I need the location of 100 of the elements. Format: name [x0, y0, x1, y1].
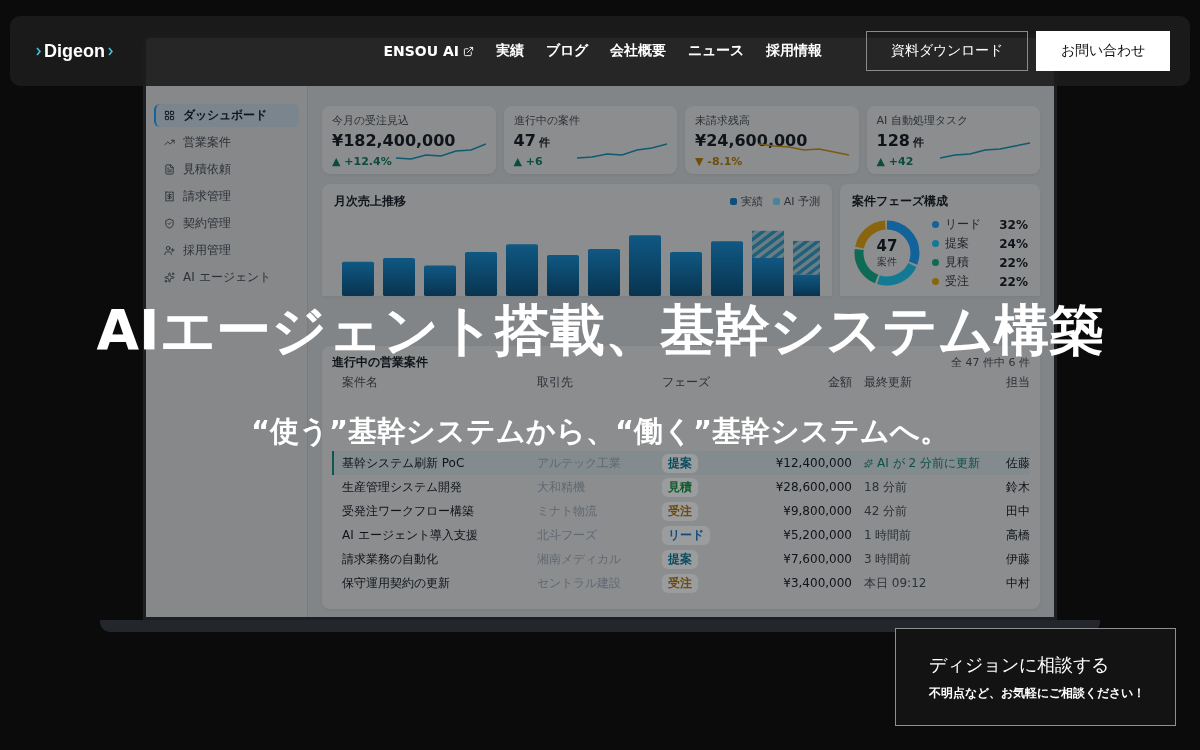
consult-text: 不明点など、お気軽にご相談ください！: [929, 684, 1146, 702]
sparkle-icon: [164, 272, 175, 283]
bar: [424, 265, 456, 296]
kpi-value: ¥24,600,000: [695, 131, 808, 150]
shield-icon: [164, 218, 175, 229]
kpi-value: ¥182,400,000: [332, 131, 456, 150]
phase-tag: 提案: [662, 453, 698, 473]
sidebar-item[interactable]: 請求管理: [154, 185, 299, 208]
grid-icon: [164, 110, 175, 121]
table-cell-text: 鈴木: [1005, 478, 1030, 496]
bar: [588, 248, 620, 296]
nav-link[interactable]: 採用情報: [766, 42, 822, 60]
nav-link[interactable]: 会社概要: [610, 42, 666, 60]
donut-label: 案件: [877, 255, 897, 269]
table-cell-text: 生産管理システム開発: [342, 478, 463, 496]
bar: [547, 254, 579, 296]
hero-subtitle: “使う”基幹システムから、“働く”基幹システムへ。: [250, 415, 950, 448]
legend-label: AI 予測: [783, 194, 820, 209]
table-cell-text: 基幹システム刷新 PoC: [342, 454, 466, 472]
column-header: フェーズ: [662, 373, 711, 391]
bar: [793, 274, 820, 296]
receipt-icon: [164, 191, 175, 202]
sidebar-item[interactable]: ダッシュボード: [154, 104, 299, 127]
forecast-bar: [752, 230, 784, 258]
phase-tag: リード: [662, 525, 710, 545]
legend-share: 24%: [999, 236, 1028, 251]
kpi-delta: ▲ +12.4%: [332, 155, 392, 168]
bar: [711, 241, 743, 296]
table-cell-text: 保守運用契約の更新: [342, 574, 451, 592]
nav-link[interactable]: ブログ: [546, 42, 588, 60]
chart-title: 月次売上推移: [334, 193, 406, 210]
trend-icon: [164, 137, 175, 148]
update-time: 本日 09:12: [864, 574, 928, 592]
phase-tag: 見積: [662, 477, 698, 497]
table-cell-text: ¥28,600,000: [774, 480, 852, 494]
sidebar-item[interactable]: AI エージェント: [154, 266, 299, 289]
nav-link[interactable]: ENSOU AI: [383, 43, 474, 59]
kpi-delta: ▼ -8.1%: [695, 155, 743, 168]
nav-link[interactable]: 実績: [496, 42, 524, 60]
sparkle-icon: [864, 458, 873, 468]
legend-swatch: [729, 198, 737, 205]
bar: [383, 258, 415, 296]
update-time: 42 分前: [864, 502, 909, 520]
donut-total: 47: [876, 237, 898, 255]
consult-card[interactable]: ディジョンに相談する 不明点など、お気軽にご相談ください！: [895, 628, 1176, 726]
nav-link[interactable]: ニュース: [688, 42, 744, 60]
user-plus-icon: [164, 245, 175, 256]
bar: [465, 251, 497, 296]
legend-share: 22%: [999, 255, 1028, 270]
table-cell-text: ¥7,600,000: [782, 552, 852, 566]
kpi-delta: ▲ +42: [876, 155, 914, 168]
legend-swatch: [772, 198, 780, 205]
table-cell-text: ¥12,400,000: [774, 456, 852, 470]
table-cell-text: 高橋: [1005, 526, 1030, 544]
kpi-value: 128: [876, 131, 910, 150]
kpi-value: 47: [513, 131, 536, 150]
kpi-label: AI 自動処理タスク: [876, 113, 969, 128]
download-button[interactable]: 資料ダウンロード: [866, 31, 1028, 71]
phase-tag: 受注: [662, 573, 698, 593]
table-cell-text: 佐藤: [1005, 454, 1030, 472]
contact-button[interactable]: お問い合わせ: [1036, 31, 1170, 71]
update-time: 3 時間前: [864, 550, 913, 568]
table-cell-text: 請求業務の自動化: [342, 550, 439, 568]
column-header: 担当: [1005, 373, 1030, 391]
table-count: 全 47 件中 6 件: [951, 356, 1030, 370]
bar: [752, 258, 784, 296]
update-time: 18 分前: [864, 478, 909, 496]
forecast-bar: [793, 240, 820, 275]
legend-label: 見積: [945, 254, 969, 271]
kpi-delta: ▲ +6: [513, 155, 543, 168]
donut-chart: [852, 218, 922, 288]
sidebar-item[interactable]: 契約管理: [154, 212, 299, 235]
kpi-label: 未請求残高: [695, 113, 751, 128]
sidebar-item[interactable]: 見積依頼: [154, 158, 299, 181]
chevron-icon: [108, 46, 113, 56]
legend-label: リード: [945, 216, 981, 233]
legend-share: 22%: [999, 274, 1028, 289]
bar: [506, 244, 538, 296]
chevron-icon: [36, 46, 41, 56]
table-cell-text: 田中: [1005, 502, 1030, 520]
table-cell-text: 中村: [1005, 574, 1030, 592]
kpi-label: 進行中の案件: [513, 113, 581, 128]
document-icon: [164, 164, 175, 175]
consult-title: ディジョンに相談する: [929, 652, 1110, 677]
column-header: 取引先: [537, 373, 574, 391]
table-cell-text: ¥9,800,000: [782, 504, 852, 518]
legend-label: 実績: [740, 194, 763, 209]
legend-share: 32%: [999, 217, 1028, 232]
update-time: 1 時間前: [864, 526, 913, 544]
external-link-icon: [463, 45, 474, 57]
table-cell-text: AI エージェント導入支援: [342, 526, 479, 544]
logo[interactable]: Digeon: [44, 40, 105, 62]
update-time: AI が 2 分前に更新: [864, 454, 990, 472]
bar: [670, 251, 702, 296]
legend-label: 提案: [945, 235, 969, 252]
legend-label: 受注: [945, 273, 969, 290]
sidebar-item[interactable]: 営業案件: [154, 131, 299, 154]
sidebar-item[interactable]: 採用管理: [154, 239, 299, 262]
bar: [342, 261, 374, 296]
phase-tag: 提案: [662, 549, 698, 569]
